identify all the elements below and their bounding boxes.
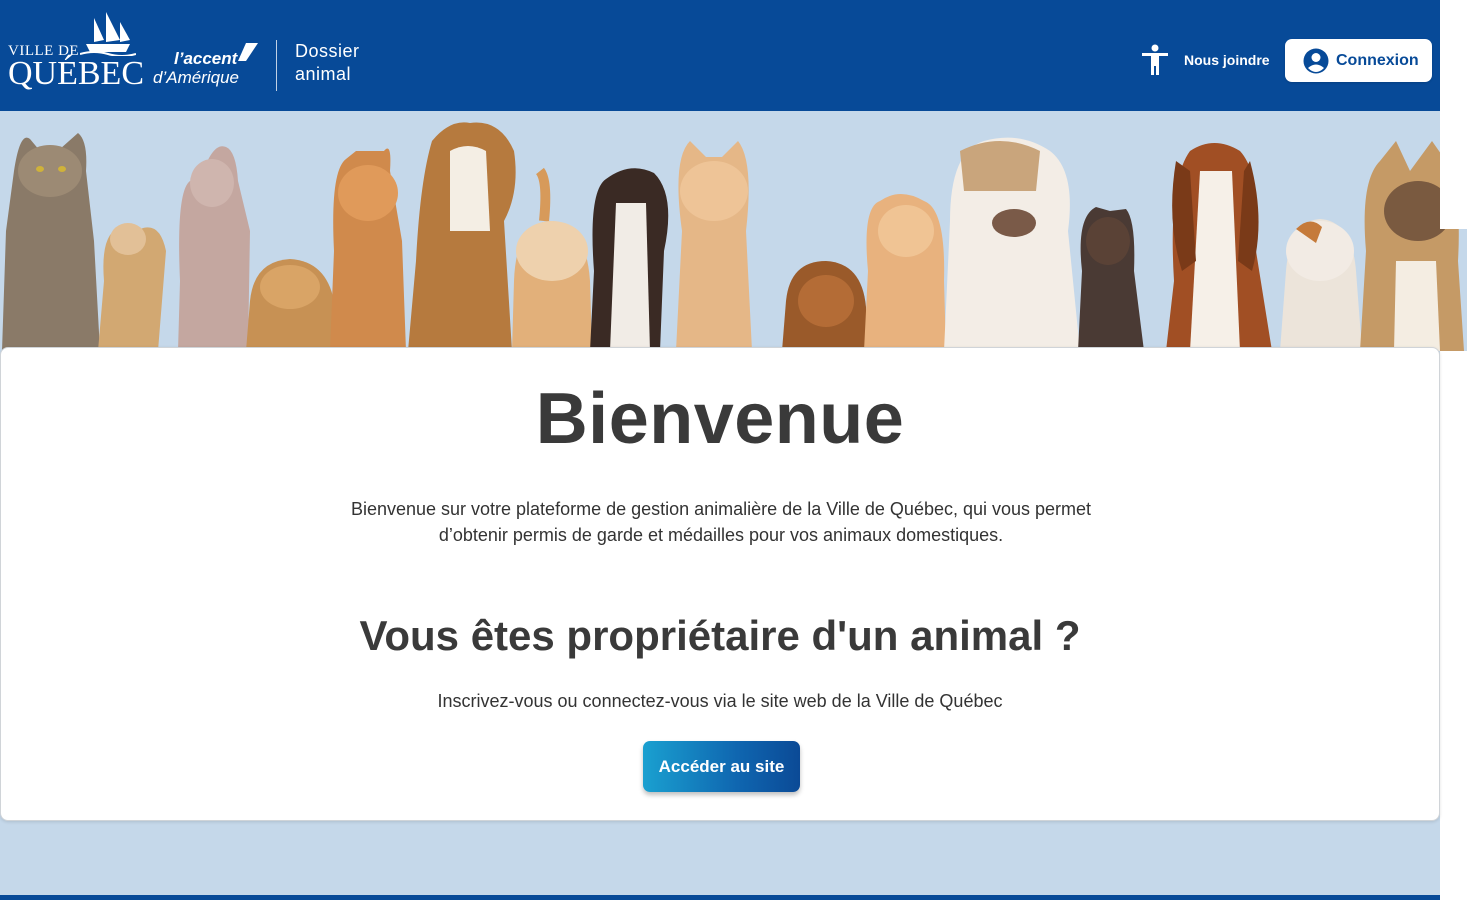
welcome-title: Bienvenue [535, 379, 905, 459]
header-divider [276, 40, 277, 91]
accent-amerique-logo: l’accent d’Amérique [152, 42, 262, 88]
app-title: Dossier animal [295, 40, 360, 86]
login-label: Connexion [1336, 51, 1419, 69]
app-title-line1: Dossier [295, 41, 360, 61]
footer-strip [0, 895, 1440, 900]
logo-city-line2: Québec [8, 55, 144, 92]
access-site-button[interactable]: Accéder au site [643, 741, 800, 792]
app-title-line2: animal [295, 64, 352, 84]
banner-right-strip [1440, 111, 1467, 229]
logo-slogan-line2: d’Amérique [153, 68, 239, 87]
welcome-intro: Bienvenue sur votre plateforme de gestio… [350, 499, 1092, 545]
site-header: Ville de Québec l’accent d’Amérique Doss… [0, 0, 1440, 111]
page-background-right [1440, 351, 1467, 900]
owner-heading: Vous êtes propriétaire d'un animal ? [359, 612, 1081, 659]
accessibility-icon[interactable] [1140, 44, 1170, 76]
pets-banner [0, 111, 1467, 351]
slash-mark-icon [238, 43, 258, 61]
logo-slogan-line1: l’accent [174, 49, 238, 68]
ville-de-quebec-logo[interactable]: Ville de Québec [8, 10, 144, 94]
user-circle-icon [1303, 48, 1329, 73]
welcome-card: Bienvenue Bienvenue sur votre plateforme… [0, 347, 1440, 821]
contact-link[interactable]: Nous joindre [1184, 52, 1270, 68]
cats-and-dogs-banner-image [2, 122, 1464, 351]
ship-logo-icon [80, 12, 136, 56]
owner-text: Inscrivez-vous ou connectez-vous via le … [437, 691, 1003, 711]
login-button[interactable]: Connexion [1285, 39, 1432, 82]
